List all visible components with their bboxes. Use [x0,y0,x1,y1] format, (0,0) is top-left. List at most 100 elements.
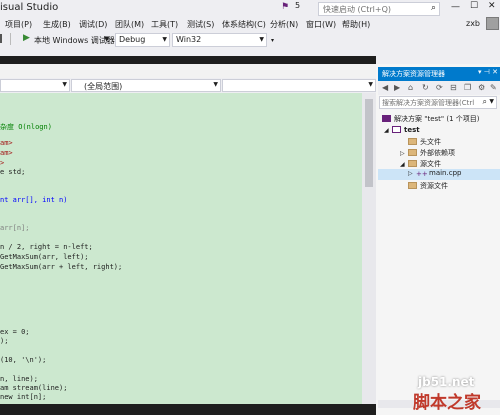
project-icon [392,126,401,133]
scope-nav-dropdown[interactable]: (全局范围) ▼ [71,79,221,92]
forward-icon[interactable]: ▶ [394,83,400,92]
tree-item-label: 资源文件 [420,182,448,190]
solution-config-select[interactable]: Debug ▼ [115,33,170,47]
wrench-icon[interactable]: ✎ [490,83,497,92]
solution-explorer-header: 解决方案资源管理器 ▾ ⊣ ✕ [378,67,500,81]
code-line: GetMaxSum(arr, left); [0,253,89,261]
maximize-icon[interactable]: ☐ [470,1,478,11]
tree-item-resource-files[interactable]: 资源文件 [400,181,448,191]
tree-item-label: test [404,126,420,134]
menu-help[interactable]: 帮助(H) [342,19,370,30]
folder-icon [408,182,417,189]
menu-architecture[interactable]: 体系结构(C) [222,19,266,30]
window-title: isual Studio [0,2,59,13]
toolbar-separator [10,33,11,45]
solution-icon [382,115,391,122]
refresh-icon[interactable]: ⟳ [436,83,443,92]
toolbar-grip-icon [0,34,6,43]
code-line: ); [0,337,9,345]
solution-explorer-title: 解决方案资源管理器 [382,70,445,78]
minimize-icon[interactable]: — [451,2,460,12]
start-debugger-button[interactable]: 本地 Windows 调试器 [34,35,115,46]
tree-item-label: main.cpp [429,169,462,177]
menu-build[interactable]: 生成(B) [43,19,71,30]
menu-test[interactable]: 测试(S) [187,19,214,30]
collapsed-arrow-icon[interactable]: ▷ [408,170,416,177]
tree-item-solution[interactable]: 解决方案 "test" (1 个项目) [382,114,479,124]
chevron-down-icon: ▼ [368,81,373,88]
properties-icon[interactable]: ⚙ [478,83,485,92]
code-line: arr[n]; [0,224,30,232]
document-tab-strip [0,64,376,78]
panel-controls: ▾ ⊣ ✕ [478,68,498,76]
menu-debug[interactable]: 调试(D) [79,19,107,30]
avatar[interactable] [486,17,499,30]
close-icon[interactable]: ✕ [488,1,496,11]
chevron-down-icon: ▼ [162,36,167,43]
status-bar [0,404,376,415]
home-icon[interactable]: ⌂ [408,83,413,92]
tree-item-label: 头文件 [420,138,441,146]
show-all-files-icon[interactable]: ❐ [464,83,471,92]
code-line: new int[n]; [0,393,47,401]
chevron-down-icon: ▼ [213,81,218,88]
chevron-down-icon: ▼ [62,81,67,88]
code-line: GetMaxSum(arr + left, right); [0,263,123,271]
tree-item-header-files[interactable]: 头文件 [400,137,441,147]
menu-tools[interactable]: 工具(T) [151,19,178,30]
code-line: 杂度 O(nlogn) [0,123,52,131]
cpp-file-icon: ++ [416,170,428,178]
menu-team[interactable]: 团队(M) [115,19,144,30]
notification-flag-icon[interactable]: ⚑ [281,2,289,12]
close-icon[interactable]: ✕ [492,68,498,76]
chevron-down-icon[interactable]: ▼ [489,98,494,105]
search-placeholder: 搜索解决方案资源管理器(Ctrl [382,99,475,107]
folder-icon [408,138,417,145]
solution-explorer-toolbar: ◀ ▶ ⌂ ↻ ⟳ ⊟ ❐ ⚙ ✎ [378,81,500,95]
collapsed-arrow-icon[interactable]: ▷ [400,150,408,157]
tree-item-label: 解决方案 "test" (1 个项目) [394,115,480,123]
tree-item-source-files[interactable]: ◢ 源文件 [400,159,441,169]
search-icon: ⌕ [430,3,436,13]
project-nav-dropdown[interactable]: ▼ [0,79,70,92]
member-nav-dropdown[interactable]: ▼ [222,79,376,92]
menu-window[interactable]: 窗口(W) [306,19,336,30]
menu-project[interactable]: 项目(P) [5,19,32,30]
sync-icon[interactable]: ↻ [422,83,429,92]
quick-launch-placeholder: 快速启动 (Ctrl+Q) [323,5,392,14]
solution-platform-value: Win32 [176,35,202,44]
back-icon[interactable]: ◀ [382,83,388,92]
folder-icon [408,149,417,156]
tree-item-main-cpp[interactable]: ▷ ++main.cpp [378,169,500,180]
code-editor[interactable]: 杂度 O(nlogn) am> am> > e std; nt arr[], i… [0,93,362,404]
pin-icon[interactable]: ⊣ [484,68,490,76]
tree-item-label: 外部依赖项 [420,149,455,157]
collapse-all-icon[interactable]: ⊟ [450,83,457,92]
user-name[interactable]: zxb [466,19,480,28]
solution-platform-select[interactable]: Win32 ▼ [172,33,267,47]
toolbar-overflow-icon[interactable]: ▾ [271,37,274,44]
code-line: am> [0,139,13,147]
chevron-down-icon[interactable]: ▾ [478,68,482,76]
quick-launch-input[interactable]: 快速启动 (Ctrl+Q) ⌕ [318,2,440,16]
expanded-arrow-icon[interactable]: ◢ [400,161,408,168]
code-line: (10, '\n'); [0,356,47,364]
solution-config-value: Debug [119,35,146,44]
expanded-arrow-icon[interactable]: ◢ [384,127,392,134]
menu-analyze[interactable]: 分析(N) [270,19,298,30]
code-line: ex = 0; [0,328,30,336]
code-line: n, line); [0,375,38,383]
tree-item-external-deps[interactable]: ▷ 外部依赖项 [400,148,455,158]
chevron-down-icon[interactable]: ▼ [104,35,109,43]
code-line: e std; [0,168,26,176]
code-line: am> [0,149,13,157]
document-tab-well [0,56,376,64]
scope-nav-value: (全局范围) [84,82,123,91]
editor-scrollbar-thumb[interactable] [365,99,373,187]
code-line: nt arr[], int n) [0,196,68,204]
tree-item-project[interactable]: ◢ test [384,126,420,134]
notification-count: 5 [295,1,301,10]
code-line: am stream(line); [0,384,68,392]
solution-explorer-search-input[interactable]: 搜索解决方案资源管理器(Ctrl ⌕ ▼ [379,96,497,109]
play-icon[interactable]: ▶ [23,33,30,43]
